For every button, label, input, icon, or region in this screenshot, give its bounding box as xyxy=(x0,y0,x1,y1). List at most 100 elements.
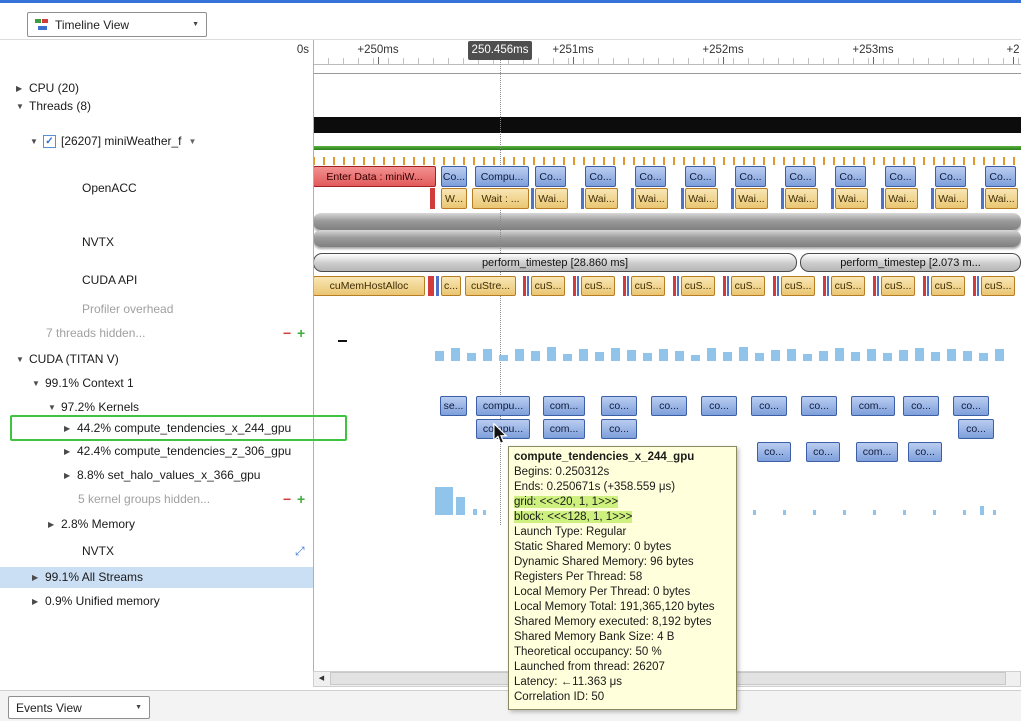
tree-collapse-icon[interactable]: ▼ xyxy=(16,98,29,115)
tree-expand-icon[interactable]: ▶ xyxy=(64,443,77,460)
kernels-row-3-event[interactable]: com... xyxy=(856,442,898,462)
tree-collapse-icon[interactable]: ▼ xyxy=(48,399,61,416)
kernels-row-3-event[interactable]: co... xyxy=(806,442,840,462)
openacc-wait-event[interactable]: Wai... xyxy=(585,188,618,209)
kernels-row-2-event[interactable]: com... xyxy=(543,419,585,439)
kernels-row-3-event[interactable]: co... xyxy=(908,442,942,462)
sidebar-row[interactable]: NVTX xyxy=(0,234,313,251)
kernels-row-2-event[interactable]: co... xyxy=(958,419,994,439)
cuda-api-tick[interactable] xyxy=(773,276,776,296)
cuda-api-tick[interactable] xyxy=(727,276,729,296)
sidebar-row[interactable]: ▶8.8% set_halo_values_x_366_gpu xyxy=(0,467,313,484)
kernels-row-2-event[interactable]: co... xyxy=(601,419,637,439)
cuda-api-tick[interactable] xyxy=(977,276,979,296)
sidebar-row[interactable]: ▼Threads (8) xyxy=(0,98,313,115)
cuda-api-tick[interactable] xyxy=(823,276,826,296)
openacc-compute-event[interactable]: Co... xyxy=(585,166,616,187)
dropdown-caret-icon[interactable]: ▼ xyxy=(189,133,197,150)
kernels-row-1-event[interactable]: co... xyxy=(651,396,687,416)
thread-state-bar[interactable] xyxy=(313,117,1021,133)
cuda-api-tick[interactable] xyxy=(723,276,726,296)
cuda-api-tick[interactable] xyxy=(436,276,439,296)
openacc-compute-event[interactable]: Co... xyxy=(635,166,666,187)
openacc-compute-event[interactable]: Co... xyxy=(935,166,966,187)
cuda-api-tick[interactable] xyxy=(428,276,434,296)
tree-expand-icon[interactable]: ▶ xyxy=(16,80,29,97)
openacc-wait-tick[interactable] xyxy=(631,188,634,209)
openacc-compute-event[interactable]: Co... xyxy=(785,166,816,187)
openacc-wait-event[interactable]: Wait : ... xyxy=(472,188,529,209)
kernels-row-1-event[interactable]: co... xyxy=(801,396,837,416)
cuda-api-event[interactable]: cuS... xyxy=(531,276,565,296)
cuda-api-tick[interactable] xyxy=(673,276,676,296)
time-cursor-badge[interactable]: 250.456ms xyxy=(468,41,532,60)
openacc-wait-tick[interactable] xyxy=(531,188,534,209)
openacc-compute-event[interactable]: Enter Data : miniW... xyxy=(313,166,436,187)
cuda-api-event[interactable]: cuS... xyxy=(831,276,865,296)
openacc-wait-tick[interactable] xyxy=(581,188,584,209)
sidebar-row[interactable]: ▶42.4% compute_tendencies_z_306_gpu xyxy=(0,443,313,460)
kernels-row-1-event[interactable]: co... xyxy=(751,396,787,416)
openacc-compute-event[interactable]: Co... xyxy=(985,166,1016,187)
sidebar-row[interactable]: NVTX⤢ xyxy=(0,543,313,560)
add-hidden-rows-icon[interactable]: + xyxy=(297,491,305,508)
cuda-api-tick[interactable] xyxy=(677,276,679,296)
tree-collapse-icon[interactable]: ▼ xyxy=(32,375,45,392)
openacc-compute-event[interactable]: Co... xyxy=(885,166,916,187)
openacc-compute-event[interactable]: Co... xyxy=(441,166,467,187)
openacc-compute-event[interactable]: Co... xyxy=(735,166,766,187)
sidebar-row[interactable]: ▶99.1% All Streams xyxy=(0,567,313,588)
openacc-wait-tick[interactable] xyxy=(981,188,984,209)
sidebar-row[interactable]: ▼CUDA (TITAN V) xyxy=(0,351,313,368)
openacc-wait-tick[interactable] xyxy=(430,188,435,209)
cuda-api-tick[interactable] xyxy=(523,276,526,296)
openacc-wait-tick[interactable] xyxy=(881,188,884,209)
remove-hidden-rows-icon[interactable]: − xyxy=(283,491,291,508)
memory-transfer-bar[interactable] xyxy=(473,509,477,515)
cuda-api-event[interactable]: cuMemHostAlloc xyxy=(313,276,425,296)
tree-collapse-icon[interactable]: ▼ xyxy=(16,351,29,368)
sidebar-row[interactable]: 5 kernel groups hidden...−+ xyxy=(0,491,313,508)
kernels-row-3-event[interactable]: co... xyxy=(757,442,791,462)
cuda-api-tick[interactable] xyxy=(577,276,579,296)
openacc-wait-event[interactable]: W... xyxy=(441,188,467,209)
cuda-api-event[interactable]: c... xyxy=(441,276,461,296)
sidebar-row[interactable]: ▼99.1% Context 1 xyxy=(0,375,313,392)
cuda-api-tick[interactable] xyxy=(877,276,879,296)
cuda-api-event[interactable]: cuS... xyxy=(731,276,765,296)
sidebar-row[interactable]: OpenACC xyxy=(0,180,313,197)
openacc-wait-tick[interactable] xyxy=(831,188,834,209)
cuda-api-tick[interactable] xyxy=(973,276,976,296)
openacc-wait-event[interactable]: Wai... xyxy=(685,188,718,209)
sidebar-row[interactable]: ▶2.8% Memory xyxy=(0,516,313,533)
openacc-wait-tick[interactable] xyxy=(681,188,684,209)
cuda-api-event[interactable]: cuS... xyxy=(931,276,965,296)
scroll-left-button[interactable]: ◀ xyxy=(314,672,329,686)
tree-collapse-icon[interactable]: ▼ xyxy=(30,133,43,150)
cuda-api-event[interactable]: cuS... xyxy=(981,276,1015,296)
cuda-api-tick[interactable] xyxy=(623,276,626,296)
openacc-wait-event[interactable]: Wai... xyxy=(835,188,868,209)
cuda-api-tick[interactable] xyxy=(777,276,779,296)
checkbox-checked-icon[interactable]: ✓ xyxy=(43,135,56,148)
cuda-api-event[interactable]: cuS... xyxy=(681,276,715,296)
cuda-api-tick[interactable] xyxy=(923,276,926,296)
cuda-api-event[interactable]: cuS... xyxy=(881,276,915,296)
cuda-api-event[interactable]: cuS... xyxy=(631,276,665,296)
nvtx-range-event[interactable]: perform_timestep [2.073 m... xyxy=(800,253,1021,272)
cuda-api-event[interactable]: cuStre... xyxy=(465,276,516,296)
nvtx-band-upper[interactable] xyxy=(313,213,1021,230)
tree-expand-icon[interactable]: ▶ xyxy=(48,516,61,533)
openacc-wait-tick[interactable] xyxy=(731,188,734,209)
openacc-wait-event[interactable]: Wai... xyxy=(885,188,918,209)
openacc-wait-event[interactable]: Wai... xyxy=(935,188,968,209)
events-view-dropdown[interactable]: Events View ▼ xyxy=(8,696,150,719)
nvtx-range-event[interactable]: perform_timestep [28.860 ms] xyxy=(313,253,797,272)
cuda-api-event[interactable]: cuS... xyxy=(781,276,815,296)
kernels-row-1-event[interactable]: co... xyxy=(601,396,637,416)
cuda-api-tick[interactable] xyxy=(627,276,629,296)
openacc-wait-event[interactable]: Wai... xyxy=(635,188,668,209)
sidebar-row[interactable]: CUDA API xyxy=(0,272,313,289)
tree-expand-icon[interactable]: ▶ xyxy=(64,467,77,484)
cuda-api-tick[interactable] xyxy=(927,276,929,296)
